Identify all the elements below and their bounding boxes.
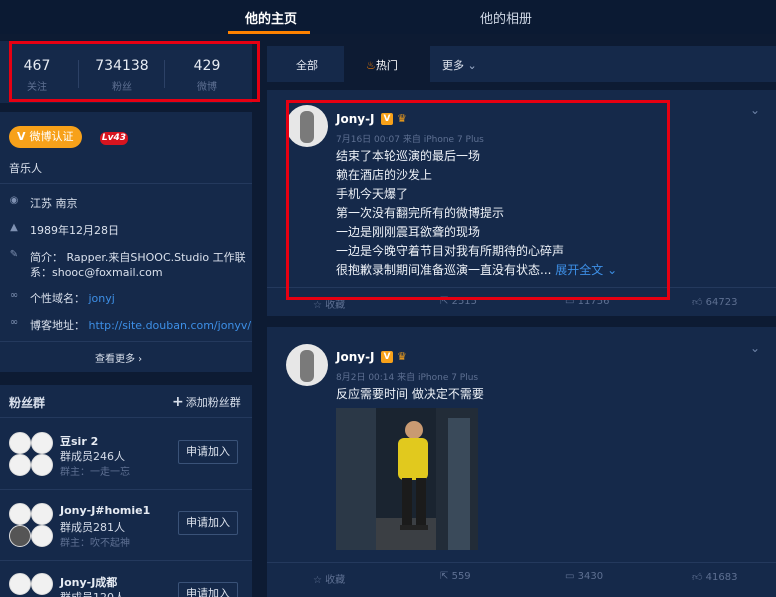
domain-link[interactable]: jonyj — [89, 292, 115, 305]
post-meta: 7月16日 00:07 来自 iPhone 7 Plus — [336, 135, 484, 145]
vip-crown-icon: ♛ — [397, 112, 407, 125]
verified-icon: V — [381, 351, 393, 363]
group-name[interactable]: Jony-J#homie1 — [60, 504, 150, 517]
plus-icon: + — [172, 394, 184, 410]
group-avatar[interactable] — [9, 573, 53, 597]
group-name[interactable]: 豆sir 2 — [60, 433, 98, 449]
thumbs-up-icon: 👍︎ — [692, 572, 703, 583]
add-fans-group-button[interactable]: + 添加粉丝群 — [172, 394, 241, 410]
favorite-button[interactable]: ☆ 收藏 — [313, 296, 345, 311]
tab-home[interactable]: 他的主页 — [245, 8, 297, 27]
intro-icon: ✎ — [9, 249, 19, 260]
avatar[interactable] — [286, 344, 328, 386]
birthday-icon: ▲ — [10, 222, 18, 233]
location: 江苏 南京 — [30, 197, 78, 210]
blog-link[interactable]: http://site.douban.com/jonyv/ — [89, 319, 252, 332]
level-badge: Lv43 — [100, 132, 128, 145]
feed-tab-all[interactable]: 全部 — [296, 57, 318, 73]
star-icon: ☆ — [313, 300, 322, 311]
location-icon: ◉ — [9, 195, 19, 206]
comment-button[interactable]: ▭ 3430 — [565, 571, 603, 582]
repost-icon: ⇱ — [440, 296, 449, 307]
fans-group-header: 粉丝群 — [9, 396, 46, 410]
profile-title: 音乐人 — [9, 162, 42, 175]
birthday: 1989年12月28日 — [30, 224, 119, 237]
like-button[interactable]: 👍︎ 41683 — [692, 571, 737, 583]
group-count: 群成员246人 — [60, 450, 125, 463]
group-count: 群成员281人 — [60, 521, 125, 534]
join-group-button[interactable]: 申请加入 — [178, 582, 238, 597]
post-menu-chevron-icon[interactable]: ⌄ — [750, 341, 760, 355]
intro-line1: 简介： Rapper.来自SHOOC.Studio 工作联 — [30, 251, 246, 264]
group-avatar[interactable] — [9, 432, 53, 476]
expand-button[interactable]: 展开全文 ⌄ — [555, 263, 617, 277]
repost-button[interactable]: ⇱ 2515 — [440, 296, 477, 307]
feed-tab-more[interactable]: 更多 ⌄ — [442, 57, 477, 73]
active-tab-indicator — [228, 31, 310, 34]
blog-link-icon: ∞ — [9, 317, 19, 328]
avatar[interactable] — [286, 105, 328, 147]
post-menu-chevron-icon[interactable]: ⌄ — [750, 103, 760, 117]
join-group-button[interactable]: 申请加入 — [178, 440, 238, 464]
group-avatar[interactable] — [9, 503, 53, 547]
post-text: 反应需要时间 做决定不需要 — [336, 387, 484, 401]
domain-row: 个性域名： jonyj — [30, 292, 115, 305]
thumbs-up-icon: 👍︎ — [692, 297, 703, 308]
post-author[interactable]: Jony-J — [336, 350, 375, 364]
group-owner: 群主：吹不起神 — [60, 538, 130, 549]
like-button[interactable]: 👍︎ 64723 — [692, 296, 737, 308]
link-icon: ∞ — [9, 290, 19, 301]
intro-line2: 系：shooc@foxmail.com — [30, 266, 163, 279]
see-more-button[interactable]: 查看更多 › — [95, 350, 142, 365]
post-text: 结束了本轮巡演的最后一场 赖在酒店的沙发上 手机今天爆了 第一次没有翻完所有的微… — [336, 149, 618, 277]
tab-album[interactable]: 他的相册 — [480, 8, 532, 27]
group-count: 群成员120人 — [60, 589, 125, 597]
join-group-button[interactable]: 申请加入 — [178, 511, 238, 535]
group-name[interactable]: Jony-J成都 — [60, 574, 117, 590]
followers-stat[interactable]: 734138 粉丝 — [82, 58, 162, 93]
star-icon: ☆ — [313, 575, 322, 586]
feed-tab-hot[interactable]: ♨热门 — [366, 57, 398, 73]
chevron-down-icon: ⌄ — [467, 59, 477, 72]
comment-button[interactable]: ▭ 11756 — [565, 296, 609, 307]
comment-icon: ▭ — [565, 571, 575, 582]
verified-icon: V — [381, 113, 393, 125]
verify-badge[interactable]: V 微博认证 — [9, 126, 82, 148]
vip-crown-icon: ♛ — [397, 350, 407, 363]
comment-icon: ▭ — [565, 296, 575, 307]
post-image[interactable] — [336, 408, 478, 550]
repost-icon: ⇱ — [440, 571, 449, 582]
profile-tabs: 他的主页 他的相册 — [0, 0, 776, 34]
post-author[interactable]: Jony-J — [336, 112, 375, 126]
blog-row: 博客地址： http://site.douban.com/jonyv/ — [30, 319, 252, 332]
v-icon: V — [17, 130, 26, 143]
posts-stat[interactable]: 429 微博 — [167, 58, 247, 93]
post-meta: 8月2日 00:14 来自 iPhone 7 Plus — [336, 373, 479, 383]
profile-panel — [0, 112, 252, 372]
flame-icon: ♨ — [366, 59, 376, 72]
repost-button[interactable]: ⇱ 559 — [440, 571, 471, 582]
following-stat[interactable]: 467 关注 — [0, 58, 77, 93]
group-owner: 群主：一走一忘 — [60, 467, 130, 478]
favorite-button[interactable]: ☆ 收藏 — [313, 571, 345, 586]
